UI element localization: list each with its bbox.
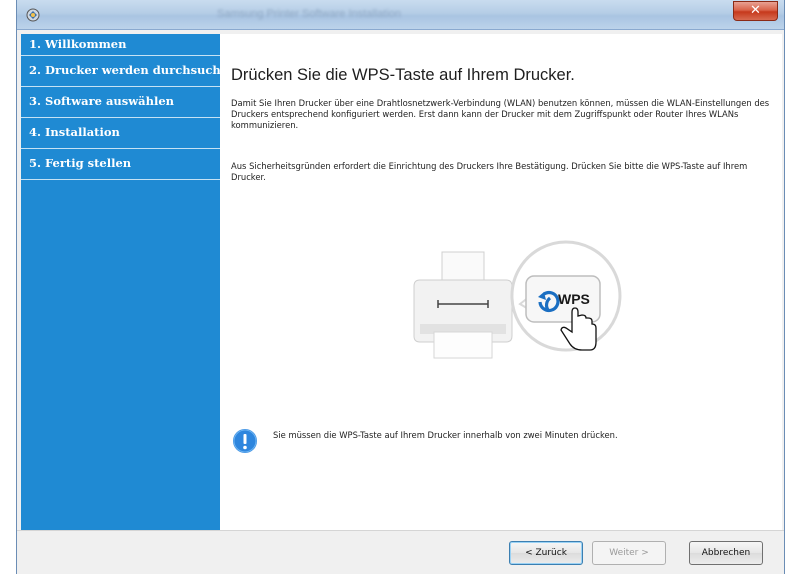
security-paragraph: Aus Sicherheitsgründen erfordert die Ein… bbox=[231, 161, 748, 182]
cancel-button[interactable]: Abbrechen bbox=[689, 541, 763, 565]
info-icon bbox=[233, 429, 257, 453]
installer-window: Samsung Printer Software Installation ✕ … bbox=[16, 0, 785, 574]
step-welcome: 1. Willkommen bbox=[21, 34, 220, 56]
step-software-select: 3. Software auswählen bbox=[21, 87, 220, 118]
close-icon: ✕ bbox=[750, 3, 761, 18]
steps-sidebar: 1. Willkommen 2. Drucker werden durchsuc… bbox=[21, 34, 220, 530]
app-icon bbox=[26, 8, 40, 22]
printer-wps-illustration: WPS bbox=[413, 240, 622, 359]
next-button[interactable]: Weiter > bbox=[592, 541, 666, 565]
intro-paragraph: Damit Sie Ihren Drucker über eine Drahtl… bbox=[231, 98, 770, 130]
window-title: Samsung Printer Software Installation bbox=[217, 8, 402, 20]
step-finish: 5. Fertig stellen bbox=[21, 149, 220, 180]
page-title: Drücken Sie die WPS-Taste auf Ihrem Druc… bbox=[231, 66, 575, 84]
info-message: Sie müssen die WPS-Taste auf Ihrem Druck… bbox=[273, 430, 618, 440]
printer-icon bbox=[413, 251, 513, 359]
step-installation: 4. Installation bbox=[21, 118, 220, 149]
main-content: Drücken Sie die WPS-Taste auf Ihrem Druc… bbox=[220, 34, 782, 530]
back-button[interactable]: < Zurück bbox=[509, 541, 583, 565]
button-bar: < Zurück Weiter > Abbrechen bbox=[17, 530, 784, 574]
step-printer-search: 2. Drucker werden durchsucht bbox=[21, 56, 220, 87]
title-bar[interactable]: Samsung Printer Software Installation ✕ bbox=[17, 0, 784, 30]
close-button[interactable]: ✕ bbox=[733, 1, 778, 21]
wps-label: WPS bbox=[558, 291, 590, 307]
